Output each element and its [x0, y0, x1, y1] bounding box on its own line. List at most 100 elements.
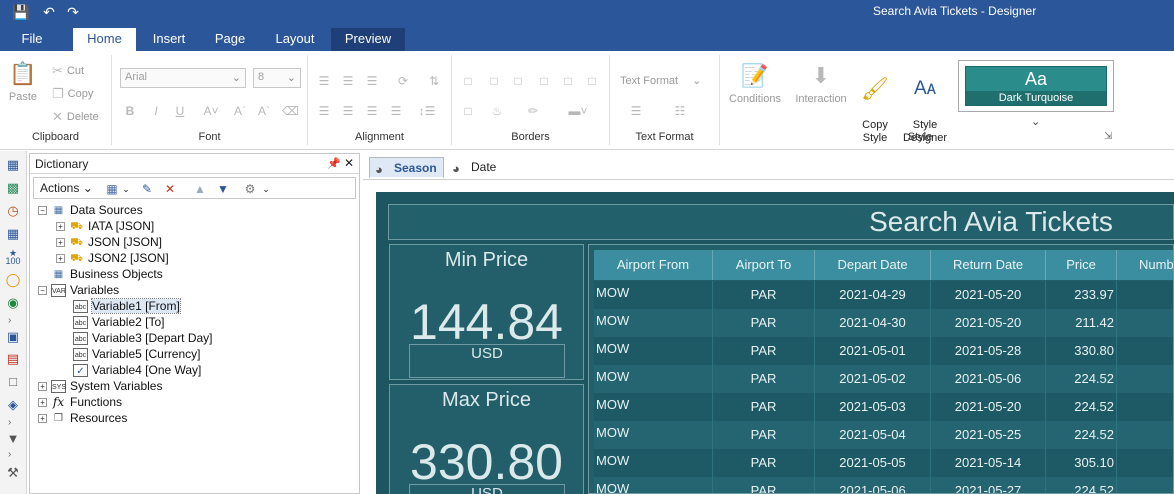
settings-icon[interactable]: ⚙: [242, 181, 258, 197]
collapse-icon[interactable]: −: [38, 206, 47, 216]
copy-button[interactable]: ❐ Copy: [52, 86, 93, 102]
min-price-card[interactable]: Min Price 144.84 USD: [389, 244, 584, 380]
column-header-depart-date[interactable]: Depart Date: [815, 250, 931, 280]
bold-icon[interactable]: B: [122, 103, 138, 119]
align-middle-icon[interactable]: ☰: [340, 73, 356, 89]
expand-icon[interactable]: +: [56, 254, 65, 264]
tree-source-json2[interactable]: + ⛟ JSON2 [JSON]: [56, 250, 169, 266]
table-row[interactable]: MOW PAR 2021-05-05 2021-05-14 305.10: [594, 449, 1173, 477]
filter-icon[interactable]: ▼: [5, 431, 21, 447]
collapse-icon[interactable]: −: [38, 286, 47, 296]
tab-insert[interactable]: Insert: [143, 28, 195, 51]
gauge-icon[interactable]: ◷: [5, 203, 21, 219]
column-header-return-date[interactable]: Return Date: [931, 250, 1046, 280]
expand-icon[interactable]: +: [38, 382, 47, 392]
shrink-font-icon[interactable]: Aˋ: [256, 103, 272, 119]
report-page[interactable]: Search Avia Tickets Min Price 144.84 USD…: [376, 192, 1174, 494]
redo-icon[interactable]: ↷: [62, 3, 84, 21]
chevron-right-icon[interactable]: ›: [8, 417, 11, 428]
chart-icon[interactable]: ▩: [5, 180, 21, 196]
shapes-icon[interactable]: ◈: [5, 397, 21, 413]
tree-source-json[interactable]: + ⛟ JSON [JSON]: [56, 234, 162, 250]
image-icon[interactable]: ▣: [5, 329, 21, 345]
tree-variable-4[interactable]: ✓ Variable4 [One Way]: [73, 362, 201, 378]
pin-icon[interactable]: 📌: [327, 157, 341, 170]
save-icon[interactable]: 💾: [10, 3, 32, 21]
expand-icon[interactable]: +: [38, 414, 47, 424]
align-center-icon[interactable]: ☰: [340, 103, 356, 119]
expand-icon[interactable]: +: [56, 238, 65, 248]
tree-system-variables[interactable]: + SYS System Variables: [38, 378, 162, 394]
format-options-icon[interactable]: ☷: [666, 103, 694, 119]
style-gallery[interactable]: Aa Dark Turquoise: [958, 60, 1114, 112]
max-price-card[interactable]: Max Price 330.80 USD: [389, 384, 584, 494]
tab-page[interactable]: Page: [205, 28, 255, 51]
tab-home[interactable]: Home: [73, 28, 136, 51]
actions-menu[interactable]: Actions ⌄: [40, 181, 93, 195]
dialog-launcher-icon[interactable]: ⇲: [1104, 131, 1112, 142]
grow-font-icon[interactable]: Aˈ: [232, 103, 248, 119]
tab-date[interactable]: ◕ Date: [447, 157, 502, 179]
border-right-icon[interactable]: □: [584, 73, 600, 89]
paste-button[interactable]: 📋 Paste: [0, 57, 58, 103]
tree-functions[interactable]: + fx Functions: [38, 394, 122, 410]
barcode-icon[interactable]: ▦: [5, 226, 21, 242]
column-header-airport-to[interactable]: Airport To: [713, 250, 815, 280]
border-color-icon[interactable]: ✏: [518, 103, 548, 119]
rich-text-icon[interactable]: ▤: [5, 351, 21, 367]
align-top-icon[interactable]: ☰: [316, 73, 332, 89]
chevron-down-icon[interactable]: ⌄: [118, 181, 134, 197]
format-icon[interactable]: ☰: [622, 103, 650, 119]
table-row[interactable]: MOW PAR 2021-05-01 2021-05-28 330.80: [594, 337, 1173, 365]
move-up-icon[interactable]: ▲: [192, 181, 208, 197]
gallery-expand-icon[interactable]: ⌄: [1031, 115, 1040, 128]
tree-variable-3[interactable]: abc Variable3 [Depart Day]: [73, 330, 213, 346]
table-icon[interactable]: ▦: [5, 157, 21, 173]
move-down-icon[interactable]: ▼: [215, 181, 231, 197]
tree-resources[interactable]: + ❐ Resources: [38, 410, 127, 426]
border-none-icon[interactable]: □: [486, 73, 502, 89]
table-row[interactable]: MOW PAR 2021-04-30 2021-05-20 211.42: [594, 309, 1173, 337]
border-all-icon[interactable]: □: [460, 73, 476, 89]
table-row[interactable]: MOW PAR 2021-05-02 2021-05-06 224.52: [594, 365, 1173, 393]
delete-item-icon[interactable]: ✕: [162, 181, 178, 197]
delete-button[interactable]: ✕ Delete: [52, 109, 99, 125]
border-top-icon[interactable]: □: [510, 73, 526, 89]
align-left-icon[interactable]: ☰: [316, 103, 332, 119]
panel-icon[interactable]: □: [5, 374, 21, 390]
cut-button[interactable]: ✂ Cut: [52, 63, 84, 79]
tickets-table[interactable]: Airport From Airport To Depart Date Retu…: [588, 244, 1174, 494]
tree-variable-2[interactable]: abc Variable2 [To]: [73, 314, 165, 330]
tab-season[interactable]: ◕ Season: [369, 157, 444, 179]
chevron-right-icon[interactable]: ›: [8, 449, 11, 460]
font-color-icon[interactable]: A˅: [200, 103, 222, 119]
font-family-select[interactable]: Arial ⌄: [120, 68, 246, 88]
fill-color-icon[interactable]: ♨: [486, 103, 508, 119]
chevron-down-icon[interactable]: ⌄: [258, 181, 274, 197]
edit-icon[interactable]: ✎: [139, 181, 155, 197]
border-left-icon[interactable]: □: [536, 73, 552, 89]
table-row[interactable]: MOW PAR 2021-05-03 2021-05-20 224.52: [594, 393, 1173, 421]
indicator-icon[interactable]: ★ 100: [5, 249, 21, 266]
align-right-icon[interactable]: ☰: [364, 103, 380, 119]
progress-icon[interactable]: ◯: [5, 272, 21, 288]
font-size-select[interactable]: 8 ⌄: [253, 68, 301, 88]
tree-variable-5[interactable]: abc Variable5 [Currency]: [73, 346, 201, 362]
border-bottom-icon[interactable]: □: [560, 73, 576, 89]
text-direction-icon[interactable]: ⇅: [426, 73, 442, 89]
text-format-select[interactable]: Text Format ⌄: [620, 74, 714, 88]
undo-icon[interactable]: ↶: [38, 3, 60, 21]
tab-file[interactable]: File: [12, 28, 52, 51]
table-row[interactable]: MOW PAR 2021-05-06 2021-05-27 224.52: [594, 477, 1173, 493]
eraser-icon[interactable]: ⌫: [282, 103, 299, 119]
column-header-airport-from[interactable]: Airport From: [594, 250, 713, 280]
tree-data-sources[interactable]: − ▦ Data Sources: [38, 202, 143, 218]
column-header-number[interactable]: Numb: [1117, 250, 1173, 280]
line-spacing-icon[interactable]: ↕☰: [414, 103, 440, 119]
align-bottom-icon[interactable]: ☰: [364, 73, 380, 89]
tab-layout[interactable]: Layout: [268, 28, 322, 51]
report-title[interactable]: Search Avia Tickets: [388, 204, 1174, 240]
map-icon[interactable]: ◉: [5, 295, 21, 311]
tree-variable-1[interactable]: abc Variable1 [From]: [73, 298, 181, 314]
column-header-price[interactable]: Price: [1046, 250, 1117, 280]
